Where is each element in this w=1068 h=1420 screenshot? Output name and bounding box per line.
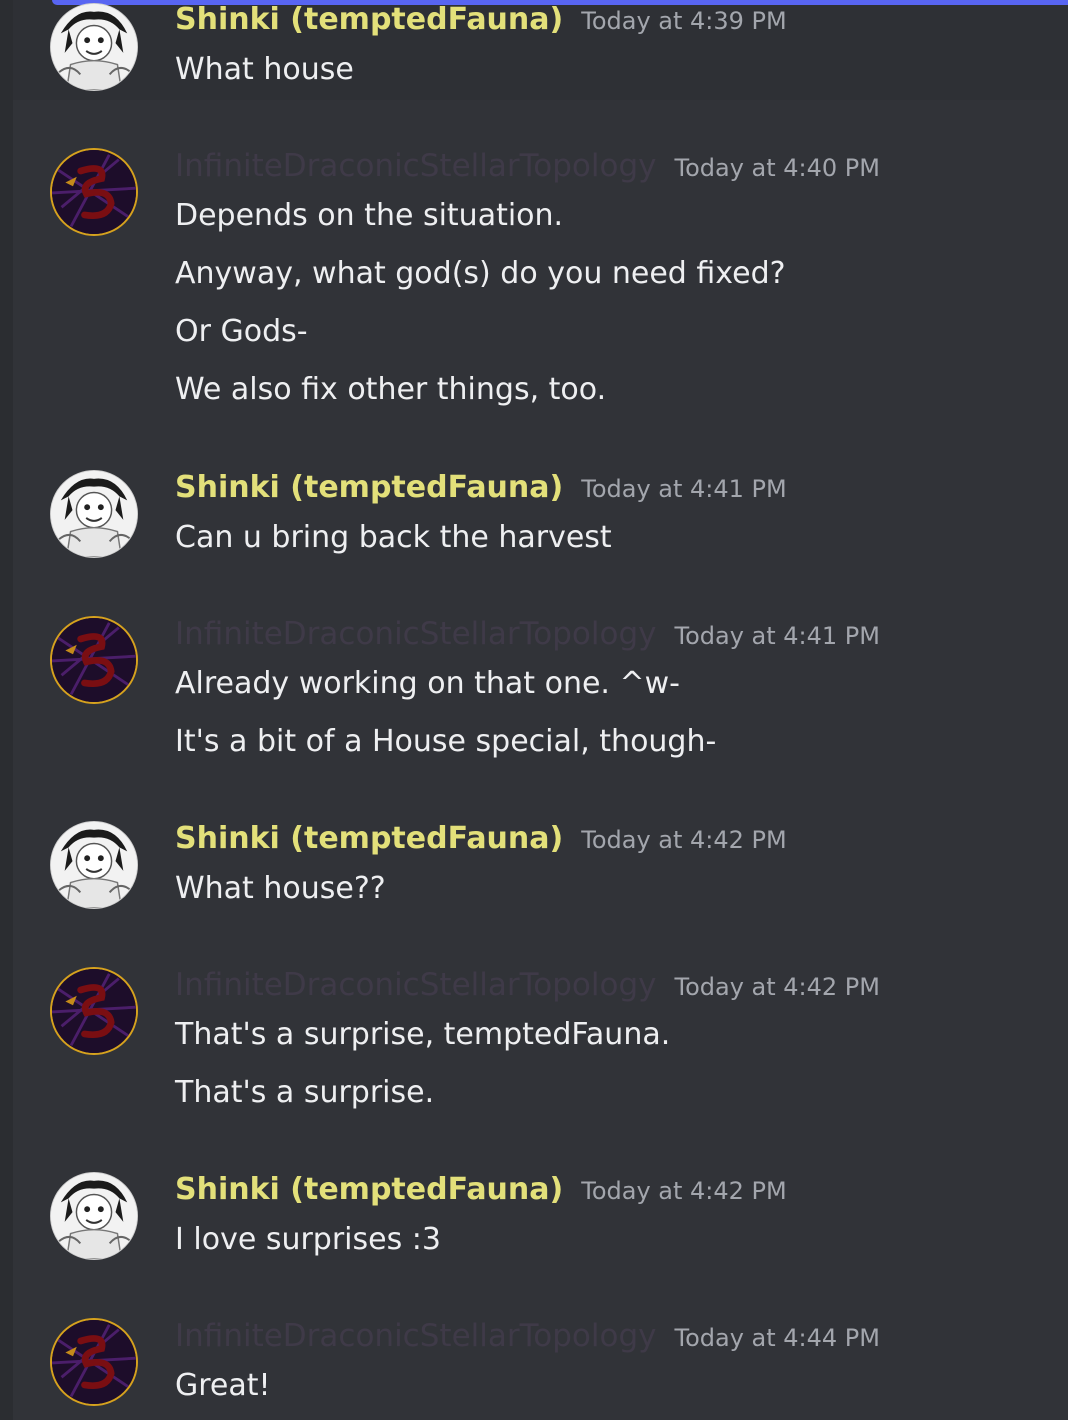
shinki-avatar[interactable] <box>50 3 138 91</box>
username[interactable]: InfiniteDraconicStellarTopology <box>175 616 656 652</box>
username[interactable]: InfiniteDraconicStellarTopology <box>175 967 656 1003</box>
message-text: Depends on the situation. <box>175 198 564 233</box>
message-text: Anyway, what god(s) do you need fixed? <box>175 256 786 291</box>
message-text: That's a surprise, temptedFauna. <box>175 1017 671 1052</box>
message-text: That's a surprise. <box>175 1075 435 1110</box>
message-text: Already working on that one. ^w- <box>175 666 680 701</box>
dragon-avatar[interactable] <box>50 1318 138 1406</box>
message-header: InfiniteDraconicStellarTopology Today at … <box>175 967 880 1003</box>
message-header: Shinki (temptedFauna) Today at 4:42 PM <box>175 821 787 857</box>
username[interactable]: Shinki (temptedFauna) <box>175 2 563 37</box>
dragon-avatar[interactable] <box>50 616 138 704</box>
username[interactable]: InfiniteDraconicStellarTopology <box>175 1318 656 1354</box>
dragon-avatar[interactable] <box>50 967 138 1055</box>
message-text: It's a bit of a House special, though- <box>175 724 717 759</box>
message-text: Or Gods- <box>175 314 308 349</box>
message-text: I love surprises :3 <box>175 1222 441 1257</box>
timestamp[interactable]: Today at 4:41 PM <box>581 475 787 503</box>
message-header: InfiniteDraconicStellarTopology Today at … <box>175 1318 880 1354</box>
timestamp[interactable]: Today at 4:44 PM <box>674 1324 880 1352</box>
message-text: We also fix other things, too. <box>175 372 607 407</box>
timestamp[interactable]: Today at 4:40 PM <box>674 154 880 182</box>
channel-sidebar-edge <box>0 0 13 1420</box>
timestamp[interactable]: Today at 4:42 PM <box>674 973 880 1001</box>
timestamp[interactable]: Today at 4:42 PM <box>581 826 787 854</box>
timestamp[interactable]: Today at 4:42 PM <box>581 1177 787 1205</box>
message-text: What house?? <box>175 871 386 906</box>
shinki-avatar[interactable] <box>50 470 138 558</box>
message-header: InfiniteDraconicStellarTopology Today at … <box>175 148 880 184</box>
timestamp[interactable]: Today at 4:41 PM <box>674 622 880 650</box>
username[interactable]: Shinki (temptedFauna) <box>175 821 563 856</box>
message-text: What house <box>175 52 354 87</box>
message-text: Can u bring back the harvest <box>175 520 612 555</box>
timestamp[interactable]: Today at 4:39 PM <box>581 7 787 35</box>
username[interactable]: Shinki (temptedFauna) <box>175 470 563 505</box>
message-header: Shinki (temptedFauna) Today at 4:41 PM <box>175 470 787 506</box>
message-header: Shinki (temptedFauna) Today at 4:39 PM <box>175 2 787 38</box>
username[interactable]: Shinki (temptedFauna) <box>175 1172 563 1207</box>
message-text: Great! <box>175 1368 271 1403</box>
message-header: Shinki (temptedFauna) Today at 4:42 PM <box>175 1172 787 1208</box>
message-header: InfiniteDraconicStellarTopology Today at … <box>175 616 880 652</box>
shinki-avatar[interactable] <box>50 821 138 909</box>
username[interactable]: InfiniteDraconicStellarTopology <box>175 148 656 184</box>
dragon-avatar[interactable] <box>50 148 138 236</box>
shinki-avatar[interactable] <box>50 1172 138 1260</box>
